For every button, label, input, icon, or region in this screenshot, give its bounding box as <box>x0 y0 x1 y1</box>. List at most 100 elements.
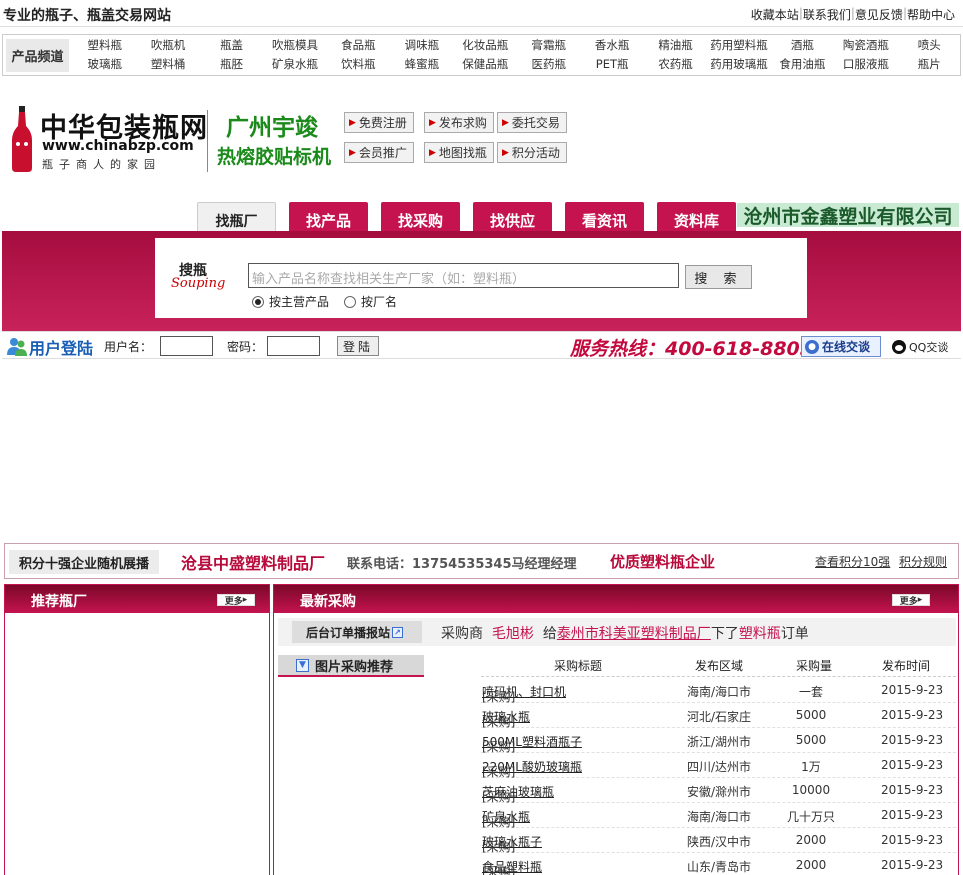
button-label: 积分活动 <box>511 146 560 160</box>
product-channel-link[interactable]: 玻璃瓶 <box>73 57 136 72</box>
product-channel-link[interactable]: 食用油瓶 <box>771 57 834 72</box>
external-link-icon: ↗ <box>392 626 404 638</box>
top10-showcase-bar: 积分十强企业随机展播 沧县中盛塑料制品厂 联系电话：13754535345马经理… <box>4 543 959 579</box>
product-channel-link[interactable]: 膏霜瓶 <box>517 38 580 53</box>
qq-chat-button[interactable]: QQ交谈 <box>892 339 948 355</box>
search-panel: 搜瓶 Souping 输入产品名称查找相关生产厂家（如：塑料瓶） 搜 索 按主营… <box>155 238 807 318</box>
product-channel-link[interactable]: 农药瓶 <box>644 57 707 72</box>
table-row[interactable]: [采购] 芝麻油玻璃瓶 安徽/滁州市 10000 2015-9-23 <box>481 778 956 804</box>
arrow-right-icon: ▶ <box>429 147 436 158</box>
contact-link[interactable]: 联系我们 <box>803 6 851 23</box>
region-cell: 海南/海口市 <box>687 810 752 824</box>
product-channel-link[interactable]: 医药瓶 <box>517 57 580 72</box>
showcase-phone: 联系电话：13754535345马经理经理 <box>347 557 577 572</box>
ticker-label: 后台订单播报站 ↗ <box>292 621 422 643</box>
product-channel-link[interactable]: 饮料瓶 <box>327 57 390 72</box>
password-input[interactable] <box>267 336 320 356</box>
product-channel-link[interactable]: 瓶盖 <box>200 38 263 53</box>
table-row[interactable]: [采购] 食品塑料瓶 山东/青岛市 2000 2015-9-23 <box>481 853 956 875</box>
password-label: 密码： <box>227 340 264 354</box>
column-header: 发布区域 <box>695 659 744 673</box>
quantity-cell: 几十万只 <box>786 810 835 824</box>
product-channel-link[interactable]: 吹瓶模具 <box>263 38 326 53</box>
column-header: 发布时间 <box>882 659 931 673</box>
help-link[interactable]: 帮助中心 <box>907 6 955 23</box>
table-row[interactable]: [采购] 喷码机、封口机 海南/海口市 一套 2015-9-23 <box>481 678 956 704</box>
product-channel-link[interactable]: 调味瓶 <box>390 38 453 53</box>
purchase-tag: [采购] <box>482 865 516 875</box>
search-input[interactable]: 输入产品名称查找相关生产厂家（如：塑料瓶） <box>248 263 679 288</box>
table-row[interactable]: [采购] 220ML酸奶玻璃瓶 四川/达州市 1万 2015-9-23 <box>481 753 956 779</box>
product-channel-link[interactable]: 喷头 <box>898 38 961 53</box>
logo-tagline: 瓶子商人的家园 <box>42 158 161 171</box>
bookmark-link[interactable]: 收藏本站 <box>751 6 799 23</box>
table-row[interactable]: [采购] 矿泉水瓶 海南/海口市 几十万只 2015-9-23 <box>481 803 956 829</box>
login-button[interactable]: 登陆 <box>337 336 379 356</box>
region-cell: 安徽/滁州市 <box>687 785 752 799</box>
region-cell: 河北/石家庄 <box>687 710 752 724</box>
purchase-title-cell: [采购] 500ML塑料酒瓶子 <box>482 733 582 754</box>
qq-penguin-icon <box>892 340 906 354</box>
showcase-company[interactable]: 沧县中盛塑料制品厂 <box>181 550 325 574</box>
feedback-link[interactable]: 意见反馈 <box>855 6 903 23</box>
panel-title: 推荐瓶厂 <box>31 594 87 610</box>
register-button[interactable]: ▶ 免费注册 <box>344 112 414 133</box>
more-label: 更多 <box>899 596 918 607</box>
member-promo-button[interactable]: ▶ 会员推广 <box>344 142 414 163</box>
product-channel-link[interactable]: 香水瓶 <box>580 38 643 53</box>
image-rec-label: 图片采购推荐 <box>315 659 394 675</box>
product-channel-link[interactable]: 食品瓶 <box>327 38 390 53</box>
arrow-right-icon: ▸ <box>917 595 923 605</box>
table-row[interactable]: [采购] 500ML塑料酒瓶子 浙江/湖州市 5000 2015-9-23 <box>481 728 956 754</box>
brand-ad-line1[interactable]: 广州宇竣 <box>226 108 318 142</box>
product-channel-link[interactable]: 药用塑料瓶 <box>707 38 770 53</box>
table-row[interactable]: [采购] 玻璃水瓶 河北/石家庄 5000 2015-9-23 <box>481 703 956 729</box>
image-purchase-recommend: ▼ 图片采购推荐 <box>278 655 424 677</box>
product-channel-link[interactable]: 保健品瓶 <box>454 57 517 72</box>
site-slogan: 专业的瓶子、瓶盖交易网站 <box>3 8 171 24</box>
region-cell: 四川/达州市 <box>687 760 752 774</box>
product-channel-link[interactable]: 陶瓷酒瓶 <box>834 38 897 53</box>
product-channel-link[interactable]: 酒瓶 <box>771 38 834 53</box>
product-channel-link[interactable]: 口服液瓶 <box>834 57 897 72</box>
quantity-cell: 1万 <box>801 760 821 774</box>
username-input[interactable] <box>160 336 213 356</box>
product-channel-link[interactable]: 塑料桶 <box>136 57 199 72</box>
product-channel-link[interactable]: 塑料瓶 <box>73 38 136 53</box>
product-channel-link[interactable]: PET瓶 <box>580 57 643 72</box>
bottle-logo-icon <box>12 106 32 172</box>
radio-main-product[interactable]: 按主营产品 <box>252 293 329 310</box>
product-channel-link[interactable]: 蜂蜜瓶 <box>390 57 453 72</box>
brand-ad-line2[interactable]: 热熔胶贴标机 <box>217 142 331 169</box>
ticker-product-link[interactable]: 塑料瓶 <box>739 626 781 642</box>
map-search-button[interactable]: ▶ 地图找瓶 <box>424 142 494 163</box>
more-button[interactable]: 更多 ▸ <box>217 594 255 607</box>
ticker-seller-link[interactable]: 泰州市科美亚塑料制品厂 <box>557 626 711 642</box>
ticker-buyer: 毛旭彬 <box>491 626 534 642</box>
points-rules-link[interactable]: 积分规则 <box>899 553 947 570</box>
product-channel-link[interactable]: 瓶胚 <box>200 57 263 72</box>
online-chat-button[interactable]: ● 在线交谈 <box>801 336 881 357</box>
product-channel-grid: 塑料瓶 吹瓶机 瓶盖 吹瓶模具 食品瓶 调味瓶 化妆品瓶 膏霜瓶 香水瓶 精油瓶 药用塑料瓶 酒瓶 陶瓷… <box>73 38 961 72</box>
view-top10-link[interactable]: 查看积分10强 <box>815 553 890 570</box>
more-button[interactable]: 更多 ▸ <box>892 594 930 607</box>
search-button[interactable]: 搜 索 <box>685 265 752 289</box>
points-activity-button[interactable]: ▶ 积分活动 <box>497 142 567 163</box>
radio-factory-name[interactable]: 按厂名 <box>344 293 397 310</box>
table-row[interactable]: [采购] 玻璃水瓶子 陕西/汉中市 2000 2015-9-23 <box>481 828 956 854</box>
delegate-trade-button[interactable]: ▶ 委托交易 <box>497 112 567 133</box>
arrow-right-icon: ▶ <box>502 147 509 158</box>
ad-company-banner[interactable]: 沧州市金鑫塑业有限公司 <box>737 203 959 228</box>
product-channel-link[interactable]: 精油瓶 <box>644 38 707 53</box>
top-bar: 专业的瓶子、瓶盖交易网站 收藏本站 | 联系我们 | 意见反馈 | 帮助中心 <box>0 0 963 27</box>
purchase-title-cell: [采购] 玻璃水瓶 <box>482 708 530 729</box>
site-logo[interactable]: 中华包装瓶网 www.chinabzp.com 瓶子商人的家园 <box>8 100 208 174</box>
product-channel-link[interactable]: 化妆品瓶 <box>454 38 517 53</box>
product-channel-link[interactable]: 药用玻璃瓶 <box>707 57 770 72</box>
radio-label: 按主营产品 <box>269 295 330 309</box>
product-channel-link[interactable]: 矿泉水瓶 <box>263 57 326 72</box>
product-channel-link[interactable]: 吹瓶机 <box>136 38 199 53</box>
post-request-button[interactable]: ▶ 发布求购 <box>424 112 494 133</box>
product-channel-link[interactable]: 瓶片 <box>898 57 961 72</box>
region-cell: 山东/青岛市 <box>687 860 752 874</box>
